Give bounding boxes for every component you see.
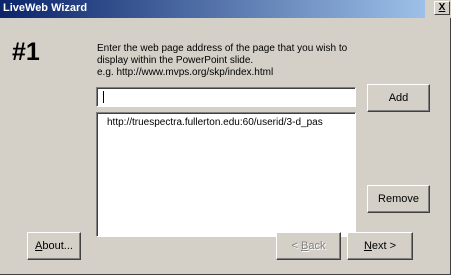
back-button[interactable]: < Back (276, 232, 341, 260)
url-list[interactable]: http://truespectra.fullerton.edu:60/user… (96, 112, 356, 237)
window-title: LiveWeb Wizard (3, 2, 88, 14)
next-label: ext > (371, 240, 397, 252)
step-number: #1 (12, 38, 40, 66)
instructions-line-1: Enter the web page address of the page t… (97, 43, 348, 54)
about-button[interactable]: About... (27, 232, 81, 260)
title-bar[interactable]: LiveWeb Wizard X (0, 0, 451, 18)
close-button[interactable]: X (434, 1, 450, 15)
next-button[interactable]: Next > (347, 232, 413, 260)
list-item[interactable]: http://truespectra.fullerton.edu:60/user… (107, 117, 323, 128)
text-caret (103, 91, 104, 103)
about-label: bout... (42, 240, 73, 252)
close-icon: X (438, 2, 446, 13)
remove-button[interactable]: Remove (367, 185, 430, 213)
title-bar-edge: X (425, 0, 451, 18)
instructions-line-2: display within the PowerPoint slide. (97, 55, 254, 66)
url-input[interactable] (96, 87, 356, 107)
instructions-example: e.g. http://www.mvps.org/skp/index.html (97, 67, 274, 78)
liveweb-wizard-dialog: LiveWeb Wizard X #1 Enter the web page a… (0, 0, 451, 275)
back-label: ack (308, 240, 326, 252)
back-arrow: < (291, 240, 301, 252)
next-mnemonic: N (363, 240, 372, 252)
instructions-text: Enter the web page address of the page t… (97, 43, 397, 79)
add-button[interactable]: Add (367, 84, 430, 112)
